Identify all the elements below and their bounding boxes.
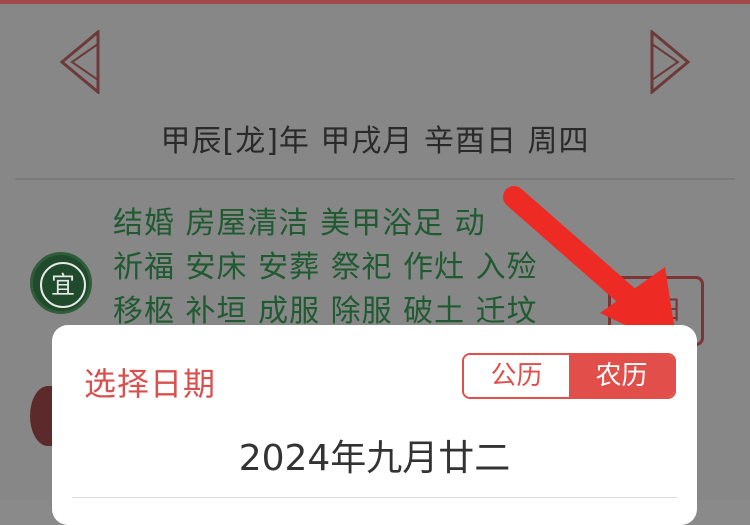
yi-label: 宜 xyxy=(40,262,86,308)
section-divider xyxy=(15,178,735,180)
date-picker-dialog: 选择日期 公历 农历 2024年九月廿二 xyxy=(52,325,697,525)
prev-day-chevron-icon[interactable] xyxy=(58,30,102,94)
selected-date-value[interactable]: 2024年九月廿二 xyxy=(52,429,697,481)
yi-badge: 宜 xyxy=(30,252,92,314)
ganzhi-date-text: 甲辰[龙]年 甲戌月 辛酉日 周四 xyxy=(160,124,590,159)
dialog-title: 选择日期 xyxy=(84,365,217,403)
top-border xyxy=(0,0,750,4)
calendar-type-toggle: 公历 农历 xyxy=(462,353,676,399)
lunar-calendar-tab[interactable]: 农历 xyxy=(569,355,674,397)
solar-calendar-tab[interactable]: 公历 xyxy=(464,355,569,397)
next-day-chevron-icon[interactable] xyxy=(648,30,692,94)
dialog-divider xyxy=(72,497,677,498)
